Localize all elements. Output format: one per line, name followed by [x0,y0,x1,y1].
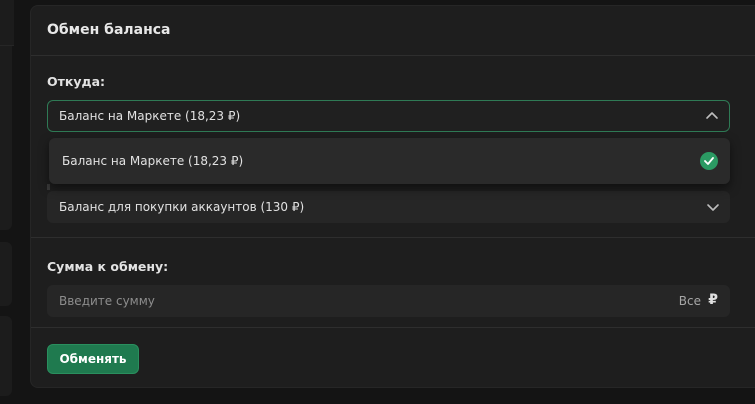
from-select[interactable]: Баланс на Маркете (18,23 ₽) [47,100,730,132]
to-select[interactable]: Баланс для покупки аккаунтов (130 ₽) [47,191,730,223]
ruble-icon: ₽ [708,292,718,308]
option-label: Баланс на Маркете (18,23 ₽) [62,154,244,168]
amount-section: Сумма к обмену: Все ₽ [31,239,755,328]
chevron-down-icon [707,204,719,211]
background-panel [0,316,12,396]
modal-header: Обмен баланса [31,6,755,56]
amount-label: Сумма к обмену: [47,259,169,274]
balance-exchange-modal: Обмен баланса Откуда: Баланс на Маркете … [30,5,755,388]
background-panel [0,0,14,46]
chevron-up-icon [706,112,718,119]
check-circle-icon [700,152,718,170]
amount-input[interactable] [47,285,647,317]
from-dropdown-option[interactable]: Баланс на Маркете (18,23 ₽) [49,138,730,184]
amount-field: Все ₽ [47,285,730,317]
modal-title: Обмен баланса [47,22,171,38]
to-select-value: Баланс для покупки аккаунтов (130 ₽) [59,200,305,214]
background-panel [0,46,12,230]
background-panel [0,242,12,306]
from-label: Откуда: [47,74,106,89]
from-select-value: Баланс на Маркете (18,23 ₽) [59,109,241,123]
select-edge [47,184,50,190]
all-button[interactable]: Все [679,294,701,308]
from-section: Откуда: Баланс на Маркете (18,23 ₽) Бала… [31,57,755,238]
exchange-button[interactable]: Обменять [47,344,139,374]
